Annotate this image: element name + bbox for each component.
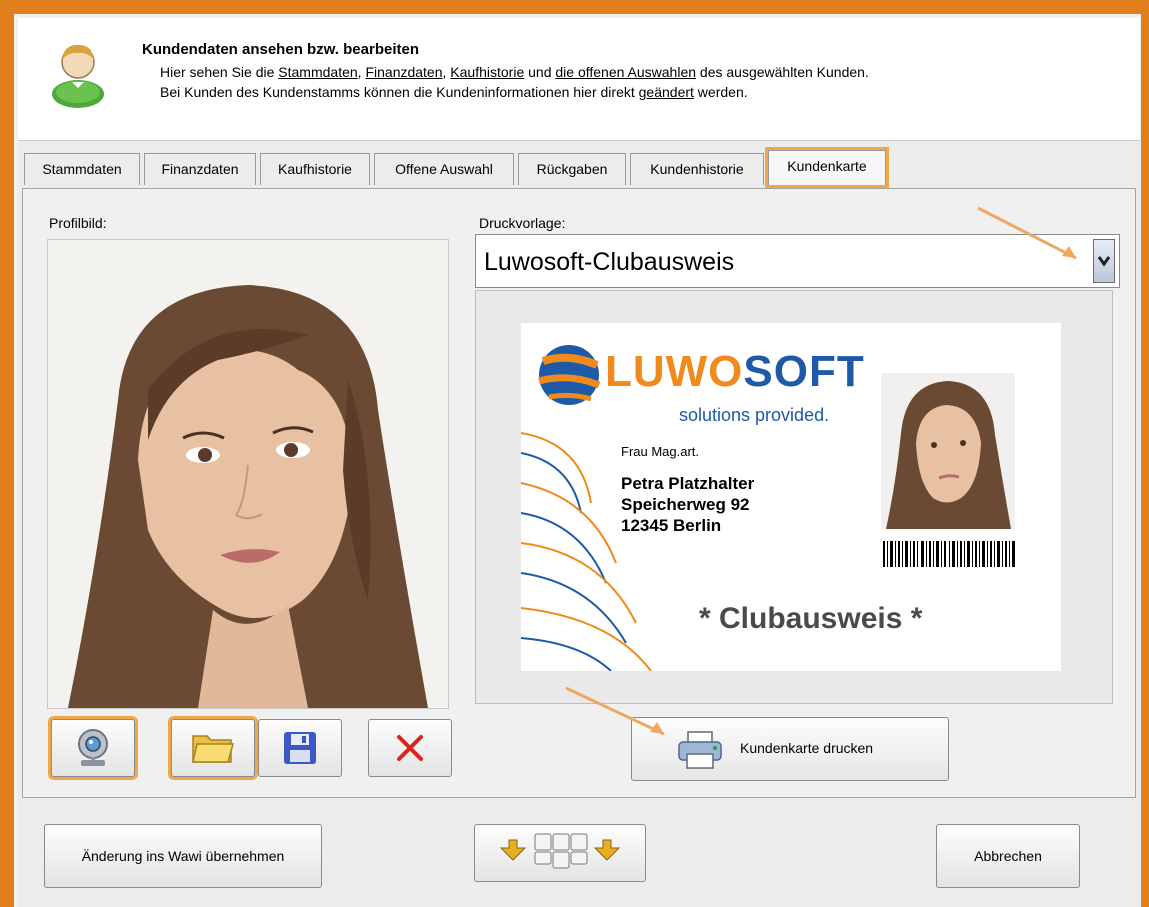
highlight-frame-right xyxy=(1141,0,1149,907)
cancel-button[interactable]: Abbrechen xyxy=(936,824,1080,888)
customer-dialog: Kundendaten ansehen bzw. bearbeiten Hier… xyxy=(18,18,1140,907)
card-preview-area: LUWOSOFT solutions provided. Frau Mag.ar… xyxy=(475,290,1113,704)
print-card-label: Kundenkarte drucken xyxy=(740,740,874,756)
print-template-label: Druckvorlage: xyxy=(479,215,566,231)
card-name: Petra Platzhalter xyxy=(621,474,755,493)
header-description-line1: Hier sehen Sie die Stammdaten, Finanzdat… xyxy=(160,64,869,80)
print-template-select[interactable]: Luwosoft-Clubausweis xyxy=(475,234,1120,288)
kundenkarte-panel: Profilbild: Druckvorlage: Luwosoft-Cluba… xyxy=(22,188,1136,798)
print-card-button[interactable]: Kundenkarte drucken xyxy=(631,717,949,781)
card-city: 12345 Berlin xyxy=(621,516,722,535)
tab-kundenhistorie[interactable]: Kundenhistorie xyxy=(630,153,764,185)
link-stammdaten[interactable]: Stammdaten xyxy=(278,64,357,80)
header-description-line2: Bei Kunden des Kundenstamms können die K… xyxy=(160,84,748,100)
webcam-icon xyxy=(78,729,108,766)
tab-finanzdaten[interactable]: Finanzdaten xyxy=(144,153,256,185)
brand-tagline: solutions provided. xyxy=(679,405,830,425)
save-disk-icon xyxy=(284,732,316,764)
link-geaendert[interactable]: geändert xyxy=(639,84,694,100)
save-button[interactable] xyxy=(258,719,342,777)
profile-photo-image xyxy=(48,240,448,708)
delete-button[interactable] xyxy=(368,719,452,777)
profile-picture[interactable] xyxy=(47,239,449,709)
tab-kaufhistorie[interactable]: Kaufhistorie xyxy=(260,153,370,185)
highlight-frame-top xyxy=(0,0,1149,14)
link-offene-auswahlen[interactable]: die offenen Auswahlen xyxy=(555,64,696,80)
card-footer-title: * Clubausweis * xyxy=(699,602,923,635)
card-street: Speicherweg 92 xyxy=(621,495,750,514)
card-address: Petra Platzhalter Speicherweg 92 12345 B… xyxy=(621,473,754,536)
club-card-preview: LUWOSOFT solutions provided. Frau Mag.ar… xyxy=(521,323,1061,671)
keyboard-icon xyxy=(499,833,621,869)
brand-logo: LUWOSOFT xyxy=(605,347,865,396)
profile-picture-label: Profilbild: xyxy=(49,215,107,231)
apply-to-wawi-button[interactable]: Änderung ins Wawi übernehmen xyxy=(44,824,322,888)
printer-icon xyxy=(678,731,722,769)
dropdown-button[interactable] xyxy=(1093,239,1115,283)
tab-offene-auswahl[interactable]: Offene Auswahl xyxy=(374,153,514,185)
tab-stammdaten[interactable]: Stammdaten xyxy=(24,153,140,185)
chevron-down-icon xyxy=(1097,256,1111,267)
open-folder-button[interactable] xyxy=(171,719,255,777)
dialog-header: Kundendaten ansehen bzw. bearbeiten Hier… xyxy=(18,18,1140,141)
print-template-value: Luwosoft-Clubausweis xyxy=(484,248,735,276)
card-salutation: Frau Mag.art. xyxy=(621,444,700,459)
link-kaufhistorie[interactable]: Kaufhistorie xyxy=(450,64,524,80)
tab-rueckgaben[interactable]: Rückgaben xyxy=(518,153,626,185)
header-title: Kundendaten ansehen bzw. bearbeiten xyxy=(142,41,419,58)
close-icon xyxy=(397,735,423,761)
highlight-frame-left xyxy=(0,0,14,907)
tab-kundenkarte[interactable]: Kundenkarte xyxy=(768,150,886,185)
user-icon xyxy=(52,44,104,108)
keyboard-shortcuts-button[interactable] xyxy=(474,824,646,882)
card-photo xyxy=(881,373,1015,529)
barcode-graphic xyxy=(883,541,1015,567)
link-finanzdaten[interactable]: Finanzdaten xyxy=(365,64,442,80)
webcam-button[interactable] xyxy=(51,719,135,777)
folder-icon xyxy=(192,735,234,763)
